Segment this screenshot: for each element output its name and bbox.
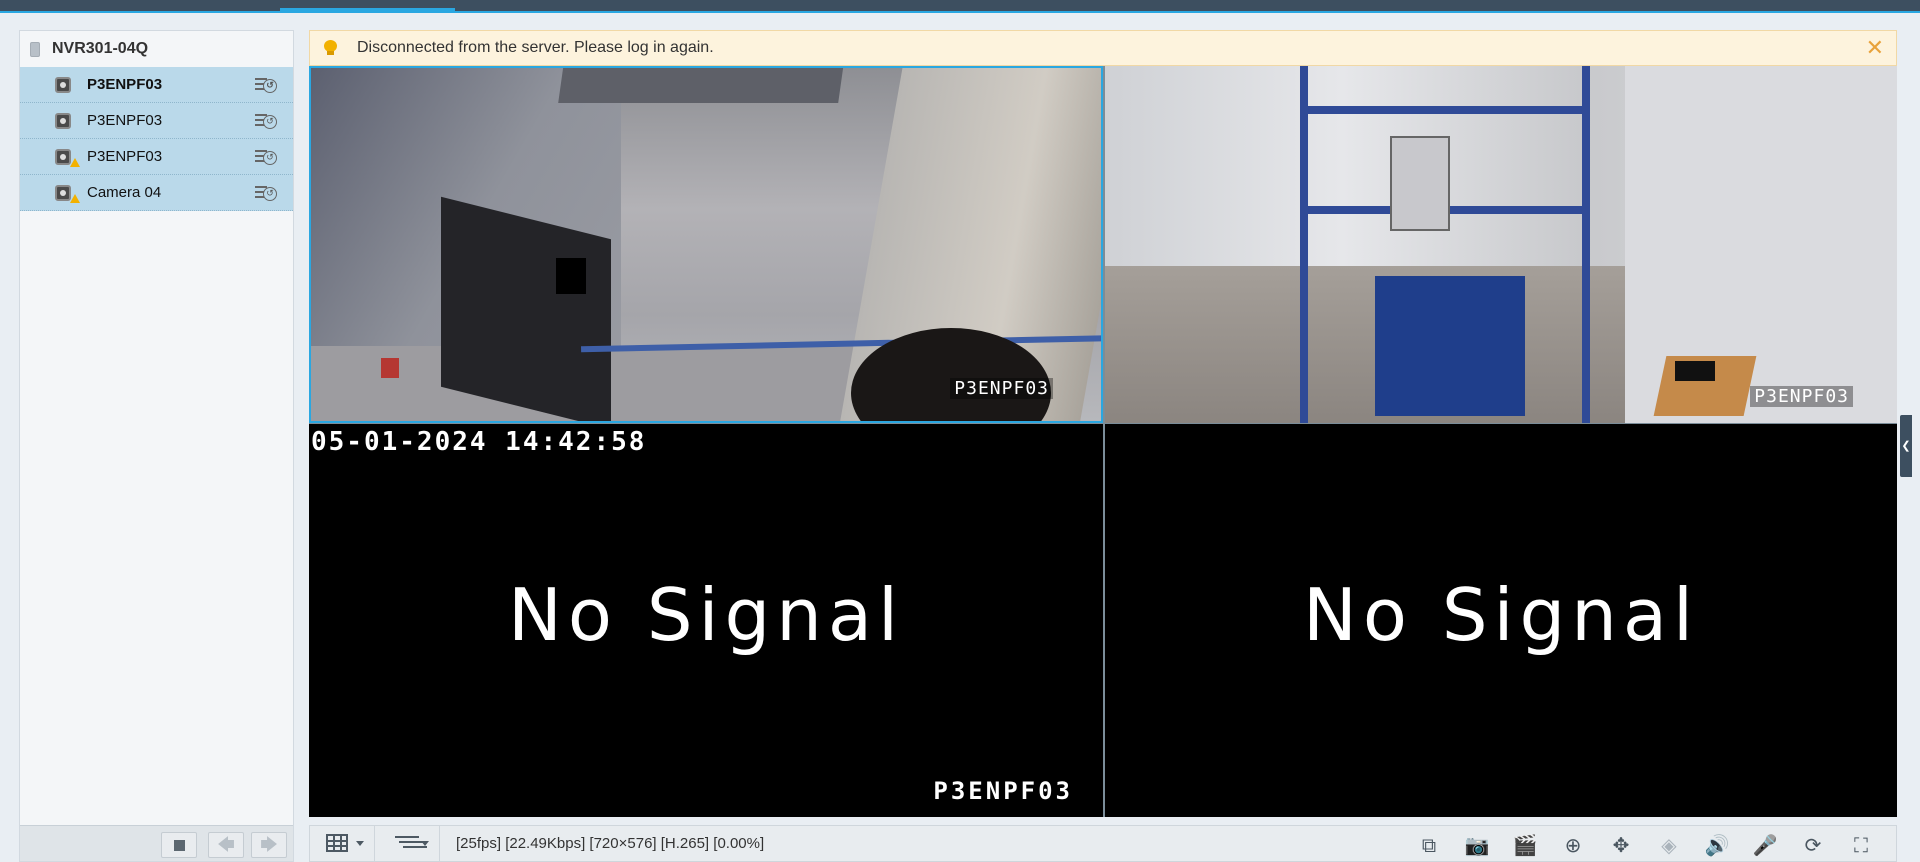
tile-divider — [1103, 66, 1105, 817]
video-grid: P3ENPF03 P3ENPF03 05-01-2024 14:42:58 No… — [309, 66, 1897, 817]
talk-icon[interactable]: 🎤 — [1752, 832, 1778, 858]
osd-camera-name: P3ENPF03 — [933, 777, 1073, 805]
window-layout-button[interactable] — [310, 825, 374, 862]
device-tree-root[interactable]: NVR301-04Q — [20, 31, 293, 67]
camera-feed-image — [1105, 66, 1897, 423]
camera-icon — [55, 76, 71, 93]
camera-item[interactable]: P3ENPF03 ↺ — [20, 139, 293, 175]
focus-icon[interactable]: ◈ — [1656, 832, 1682, 858]
video-tile-3[interactable]: 05-01-2024 14:42:58 No Signal P3ENPF03 — [309, 423, 1103, 817]
ptz-icon[interactable]: ✥ — [1608, 832, 1634, 858]
warning-icon — [70, 194, 80, 203]
recording-icon[interactable]: ↺ — [255, 184, 279, 202]
window-layout-icon — [326, 834, 348, 852]
camera-label: P3ENPF03 — [87, 76, 163, 93]
no-signal-text: No Signal — [1303, 573, 1699, 657]
stop-all-button[interactable] — [161, 832, 197, 858]
snapshot-window-icon[interactable]: ⧉ — [1416, 832, 1442, 858]
sidebar-controls: 🡄 🡆 — [20, 825, 293, 861]
disconnect-banner: Disconnected from the server. Please log… — [309, 30, 1897, 66]
osd-camera-name: P3ENPF03 — [1750, 386, 1853, 407]
camera-item[interactable]: P3ENPF03 ↺ — [20, 103, 293, 139]
clip-icon[interactable]: 🎬 — [1512, 832, 1538, 858]
video-tile-2[interactable]: P3ENPF03 — [1105, 66, 1897, 423]
chevron-down-icon — [421, 841, 429, 846]
recording-icon[interactable]: ↺ — [255, 112, 279, 130]
tile-divider — [309, 423, 1897, 424]
close-icon[interactable]: ✕ — [1866, 35, 1884, 61]
active-tab-indicator — [280, 8, 455, 13]
prev-page-button[interactable]: 🡄 — [208, 832, 244, 858]
camera-icon — [55, 148, 71, 165]
lightbulb-icon — [324, 40, 337, 56]
banner-message: Disconnected from the server. Please log… — [357, 39, 714, 56]
camera-snapshot-icon[interactable]: 📷 — [1464, 832, 1490, 858]
warning-icon — [70, 158, 80, 167]
device-name: NVR301-04Q — [52, 40, 149, 57]
device-tree-panel: NVR301-04Q P3ENPF03 ↺ P3ENPF03 ↺ P3ENPF0… — [19, 30, 294, 862]
fullscreen-icon[interactable]: ⛶ — [1848, 832, 1874, 858]
recording-icon[interactable]: ↺ — [255, 76, 279, 94]
volume-icon[interactable]: 🔊 — [1704, 832, 1730, 858]
top-nav-bar — [0, 0, 1920, 13]
chevron-down-icon — [356, 841, 364, 846]
camera-icon — [55, 112, 71, 129]
camera-label: P3ENPF03 — [87, 148, 163, 165]
camera-item[interactable]: Camera 04 ↺ — [20, 175, 293, 211]
camera-item[interactable]: P3ENPF03 ↺ — [20, 67, 293, 103]
video-tile-4[interactable]: No Signal — [1105, 423, 1897, 817]
next-page-button[interactable]: 🡆 — [251, 832, 287, 858]
stream-select-button[interactable] — [375, 825, 439, 862]
camera-label: Camera 04 — [87, 184, 162, 201]
osd-camera-name: P3ENPF03 — [950, 378, 1053, 399]
live-view-toolbar: [25fps] [22.49Kbps] [720×576] [H.265] [0… — [309, 825, 1897, 862]
3d-zoom-icon[interactable]: ⟳ — [1800, 832, 1826, 858]
no-signal-text: No Signal — [508, 573, 904, 657]
video-tile-1[interactable]: P3ENPF03 — [309, 66, 1103, 423]
camera-feed-image — [311, 68, 1101, 421]
camera-label: P3ENPF03 — [87, 112, 163, 129]
nvr-device-icon — [30, 41, 40, 57]
camera-icon — [55, 184, 71, 201]
collapse-panel-button[interactable]: ❮ — [1900, 415, 1912, 477]
osd-timestamp: 05-01-2024 14:42:58 — [311, 427, 647, 457]
stream-stats: [25fps] [22.49Kbps] [720×576] [H.265] [0… — [456, 835, 765, 852]
recording-icon[interactable]: ↺ — [255, 148, 279, 166]
digital-zoom-icon[interactable]: ⊕ — [1560, 832, 1586, 858]
stream-icon — [395, 836, 419, 838]
